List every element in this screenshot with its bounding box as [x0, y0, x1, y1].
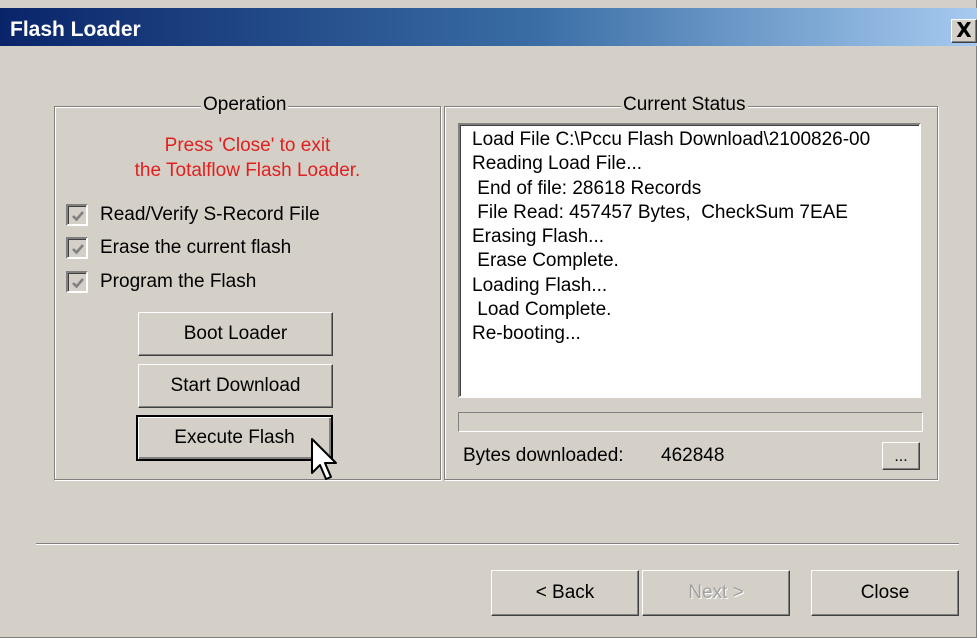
close-notice-line2: the Totalflow Flash Loader.: [134, 160, 361, 181]
back-label: < Back: [535, 582, 595, 603]
status-log-line: Erasing Flash...: [472, 226, 604, 248]
boot-loader-label: Boot Loader: [183, 323, 288, 344]
checkbox-program-flash-box[interactable]: [66, 271, 88, 293]
status-log-line: File Read: 457457 Bytes, CheckSum 7EAE: [472, 201, 848, 223]
footer-separator: [36, 543, 959, 545]
execute-flash-label: Execute Flash: [174, 427, 295, 448]
download-progress-bar: [458, 412, 923, 432]
status-log-line: End of file: 28618 Records: [472, 177, 702, 199]
checkbox-erase-flash-label: Erase the current flash: [100, 237, 292, 258]
checkbox-erase-flash-box[interactable]: [66, 237, 88, 259]
flash-loader-window: Flash Loader X Operation Press 'Close' t…: [0, 0, 977, 638]
close-label: Close: [860, 582, 910, 603]
bytes-downloaded-label: Bytes downloaded:: [463, 445, 624, 466]
checkbox-read-verify-label: Read/Verify S-Record File: [100, 204, 320, 225]
title-bar[interactable]: Flash Loader X: [0, 8, 977, 46]
close-icon: X: [956, 18, 972, 42]
arrow-pointer-icon: [311, 438, 337, 480]
checkbox-read-verify-box[interactable]: [66, 204, 88, 226]
window-title: Flash Loader: [10, 18, 141, 41]
status-log-line: Reading Load File...: [472, 153, 643, 175]
start-download-label: Start Download: [170, 375, 301, 396]
next-label: Next >: [688, 582, 744, 603]
execute-flash-button[interactable]: Execute Flash: [136, 415, 333, 461]
close-window-button[interactable]: X: [951, 19, 977, 43]
close-button[interactable]: Close: [811, 570, 959, 616]
close-notice-line1: Press 'Close' to exit: [164, 135, 331, 156]
browse-button[interactable]: ...: [882, 442, 920, 470]
status-log-line: Re-booting...: [472, 323, 581, 345]
checkmark-icon: [72, 244, 84, 255]
operation-legend: Operation: [201, 94, 289, 116]
boot-loader-button[interactable]: Boot Loader: [138, 312, 333, 356]
back-button[interactable]: < Back: [491, 570, 639, 616]
status-log-line: Load File C:\Pccu Flash Download\2100826…: [472, 129, 871, 150]
next-button[interactable]: Next >: [642, 570, 790, 616]
status-log-line: Load Complete.: [472, 299, 612, 321]
bytes-downloaded-value: 462848: [661, 445, 725, 466]
status-log-line: Loading Flash...: [472, 274, 608, 296]
browse-label: ...: [894, 448, 908, 465]
status-log-lines: Load File C:\Pccu Flash Download\2100826…: [460, 125, 919, 347]
start-download-button[interactable]: Start Download: [138, 364, 333, 408]
checkbox-program-flash-label: Program the Flash: [100, 271, 257, 292]
current-status-legend: Current Status: [621, 94, 748, 116]
checkmark-icon: [72, 278, 84, 289]
checkmark-icon: [72, 211, 84, 222]
status-log[interactable]: Load File C:\Pccu Flash Download\2100826…: [458, 123, 921, 398]
status-log-line: Erase Complete.: [472, 250, 619, 272]
